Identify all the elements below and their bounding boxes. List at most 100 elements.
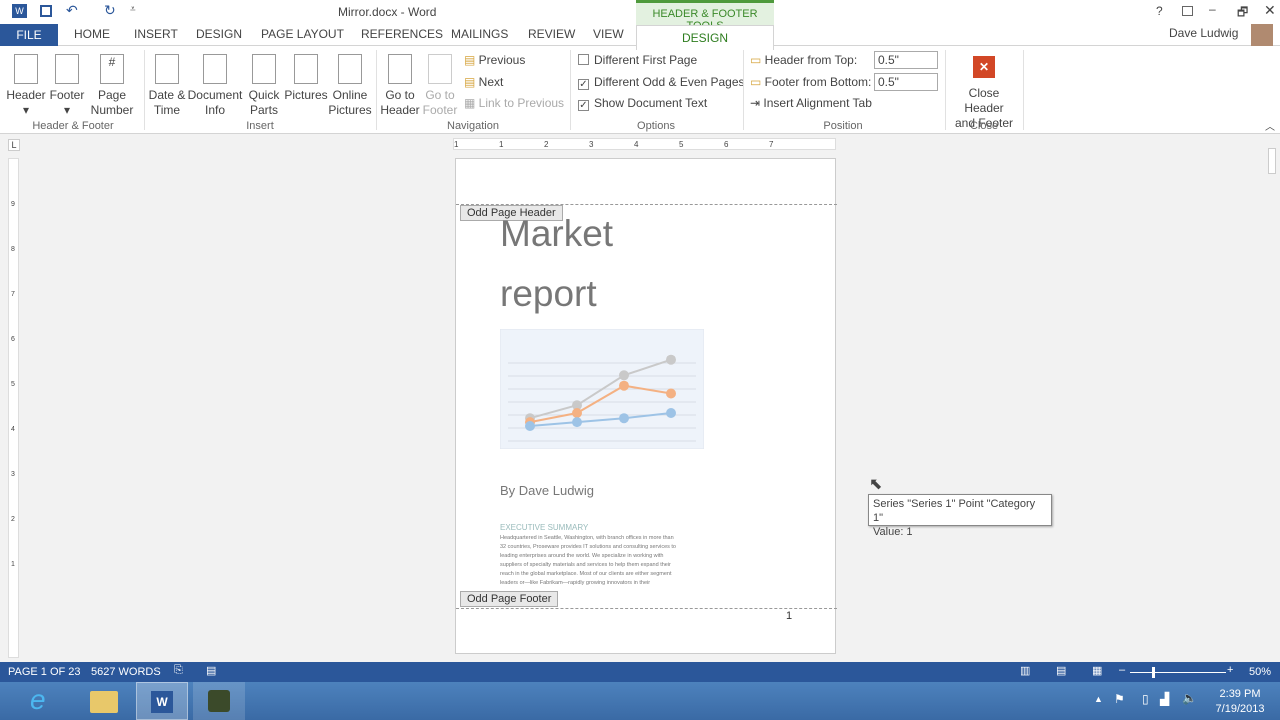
web-layout-icon[interactable]: ▦ [1092, 664, 1102, 677]
go-to-footer-button[interactable]: Go to Footer [420, 54, 460, 118]
file-explorer-icon[interactable] [90, 691, 118, 713]
page-number-button[interactable]: # Page Number [86, 54, 138, 118]
ruler-tick-label: 8 [11, 246, 15, 253]
chart-point [666, 408, 676, 418]
different-first-page-checkbox[interactable]: Different First Page [578, 53, 697, 67]
date-time-button[interactable]: Date & Time [147, 54, 187, 118]
summary-text: Headquartered in Seattle, Washington, wi… [500, 534, 715, 588]
insert-alignment-tab-button[interactable]: ⇥ Insert Alignment Tab [750, 96, 872, 110]
collapse-ribbon-icon[interactable]: ︿ [1265, 118, 1275, 133]
zoom-in-button[interactable]: + [1227, 664, 1233, 676]
minimize-icon[interactable]: – [1209, 2, 1216, 16]
tab-insert[interactable]: INSERT [134, 27, 178, 41]
avatar[interactable] [1251, 24, 1273, 46]
customize-qat-icon[interactable]: ⩡ [130, 4, 136, 15]
summary-line: reach in the global marketplace. Most of… [500, 571, 672, 577]
tab-view[interactable]: VIEW [593, 27, 624, 41]
internet-explorer-icon[interactable]: e [30, 684, 46, 716]
checkbox-icon[interactable]: ✓ [578, 100, 589, 111]
footer-position-icon: ▭ [750, 75, 765, 89]
header-footer-tools: HEADER & FOOTER TOOLS DESIGN [636, 0, 774, 50]
camtasia-icon [208, 690, 230, 712]
word-taskbar-button[interactable]: W [136, 682, 188, 720]
vertical-scrollbar[interactable] [1268, 136, 1278, 660]
ruler-tick-label: 6 [724, 140, 729, 149]
help-icon[interactable]: ? [1156, 4, 1163, 18]
tab-home[interactable]: HOME [74, 27, 110, 41]
print-layout-icon[interactable]: ▤ [1056, 664, 1066, 677]
document-info-button[interactable]: Document Info [187, 54, 243, 118]
redo-icon[interactable]: ↻ [104, 2, 116, 19]
tab-design[interactable]: DESIGN [196, 27, 242, 41]
close-x-icon: ✕ [973, 56, 995, 78]
link-to-previous-button[interactable]: ▦ Link to Previous [464, 96, 564, 110]
summary-line: Headquartered in Seattle, Washington, wi… [500, 535, 674, 541]
tab-file[interactable]: FILE [0, 24, 58, 46]
zoom-slider-thumb[interactable] [1152, 667, 1156, 678]
user-name[interactable]: Dave Ludwig [1169, 26, 1238, 40]
vertical-ruler[interactable]: 9 8 7 6 5 4 3 2 1 [8, 158, 19, 658]
ruler-tick-label: 2 [11, 516, 15, 523]
tab-page-layout[interactable]: PAGE LAYOUT [261, 27, 344, 41]
footer-from-bottom-input[interactable]: 0.5" [874, 73, 938, 91]
next-button[interactable]: ▤ Next [464, 75, 503, 89]
group-header-footer: Header & Footer [32, 120, 114, 132]
previous-button[interactable]: ▤ Previous [464, 53, 525, 67]
proofing-icon[interactable]: ⎘ [174, 664, 183, 677]
tray-expand-icon[interactable]: ▲ [1094, 694, 1103, 704]
ruler-tick-label: 4 [11, 426, 15, 433]
battery-icon[interactable]: ▯ [1142, 692, 1149, 706]
network-icon[interactable]: ▟ [1160, 692, 1169, 706]
footer-from-bottom-label: ▭ Footer from Bottom: [750, 75, 872, 89]
footer-page-number[interactable]: 1 [786, 610, 792, 622]
go-to-header-button[interactable]: Go to Header [380, 54, 420, 118]
chart-point [572, 408, 582, 418]
tab-review[interactable]: REVIEW [528, 27, 575, 41]
summary-line: leading enterprises around the world. We… [500, 553, 664, 559]
taskbar: e W ▲ ⚑ ▯ ▟ 🔈 2:39 PM 7/19/2013 [0, 682, 1280, 720]
page-count[interactable]: PAGE 1 OF 23 [8, 666, 81, 678]
ribbon: Header ▾ Footer ▾ # Page Number Header & Foo… [0, 46, 1280, 134]
checkbox-icon[interactable] [578, 54, 589, 65]
word-logo-icon: W [12, 4, 27, 18]
zoom-out-button[interactable]: – [1119, 664, 1125, 676]
save-icon[interactable] [40, 5, 52, 17]
zoom-level[interactable]: 50% [1249, 666, 1271, 678]
ribbon-display-icon[interactable] [1182, 6, 1193, 16]
online-pictures-button[interactable]: Online Pictures [328, 54, 372, 118]
document-page[interactable]: Odd Page Header Market report By Dave Lu… [455, 158, 837, 654]
footer-button[interactable]: Footer ▾ [47, 54, 87, 118]
online-pictures-icon [338, 54, 362, 84]
camtasia-taskbar-button[interactable] [193, 682, 245, 720]
horizontal-ruler[interactable]: 1 1 2 3 4 5 6 7 [453, 138, 836, 150]
ruler-tick-label: 3 [589, 140, 594, 149]
word-count[interactable]: 5627 WORDS [91, 666, 161, 678]
tab-references[interactable]: REFERENCES [361, 27, 443, 41]
header-button[interactable]: Header ▾ [6, 54, 46, 118]
clock[interactable]: 2:39 PM 7/19/2013 [1210, 687, 1270, 717]
summary-heading: EXECUTIVE SUMMARY [500, 523, 589, 532]
macro-icon[interactable]: ▤ [206, 664, 216, 677]
different-odd-even-checkbox[interactable]: ✓ Different Odd & Even Pages [578, 75, 745, 90]
maximize-icon[interactable]: 🗗 [1237, 3, 1248, 24]
header-position-icon: ▭ [750, 53, 765, 67]
pictures-button[interactable]: Pictures [284, 54, 328, 103]
action-center-flag-icon[interactable]: ⚑ [1114, 692, 1125, 706]
volume-icon[interactable]: 🔈 [1182, 691, 1197, 705]
go-to-footer-icon [428, 54, 452, 84]
read-mode-icon[interactable]: ▥ [1020, 664, 1030, 677]
checkbox-icon[interactable]: ✓ [578, 79, 589, 90]
undo-icon[interactable]: ↶ [66, 2, 78, 19]
quick-parts-button[interactable]: Quick Parts [244, 54, 284, 118]
header-from-top-input[interactable]: 0.5" [874, 51, 938, 69]
ruler-tick-label: 3 [11, 471, 15, 478]
pictures-icon [294, 54, 318, 84]
close-icon[interactable]: ✕ [1264, 2, 1276, 19]
show-document-text-checkbox[interactable]: ✓ Show Document Text [578, 96, 707, 111]
doc-title-line2: report [500, 273, 597, 314]
tab-selector[interactable]: L [8, 139, 20, 151]
tab-mailings[interactable]: MAILINGS [451, 27, 508, 41]
zoom-slider[interactable] [1130, 667, 1226, 678]
header-icon [14, 54, 38, 84]
document-chart[interactable] [500, 329, 704, 449]
